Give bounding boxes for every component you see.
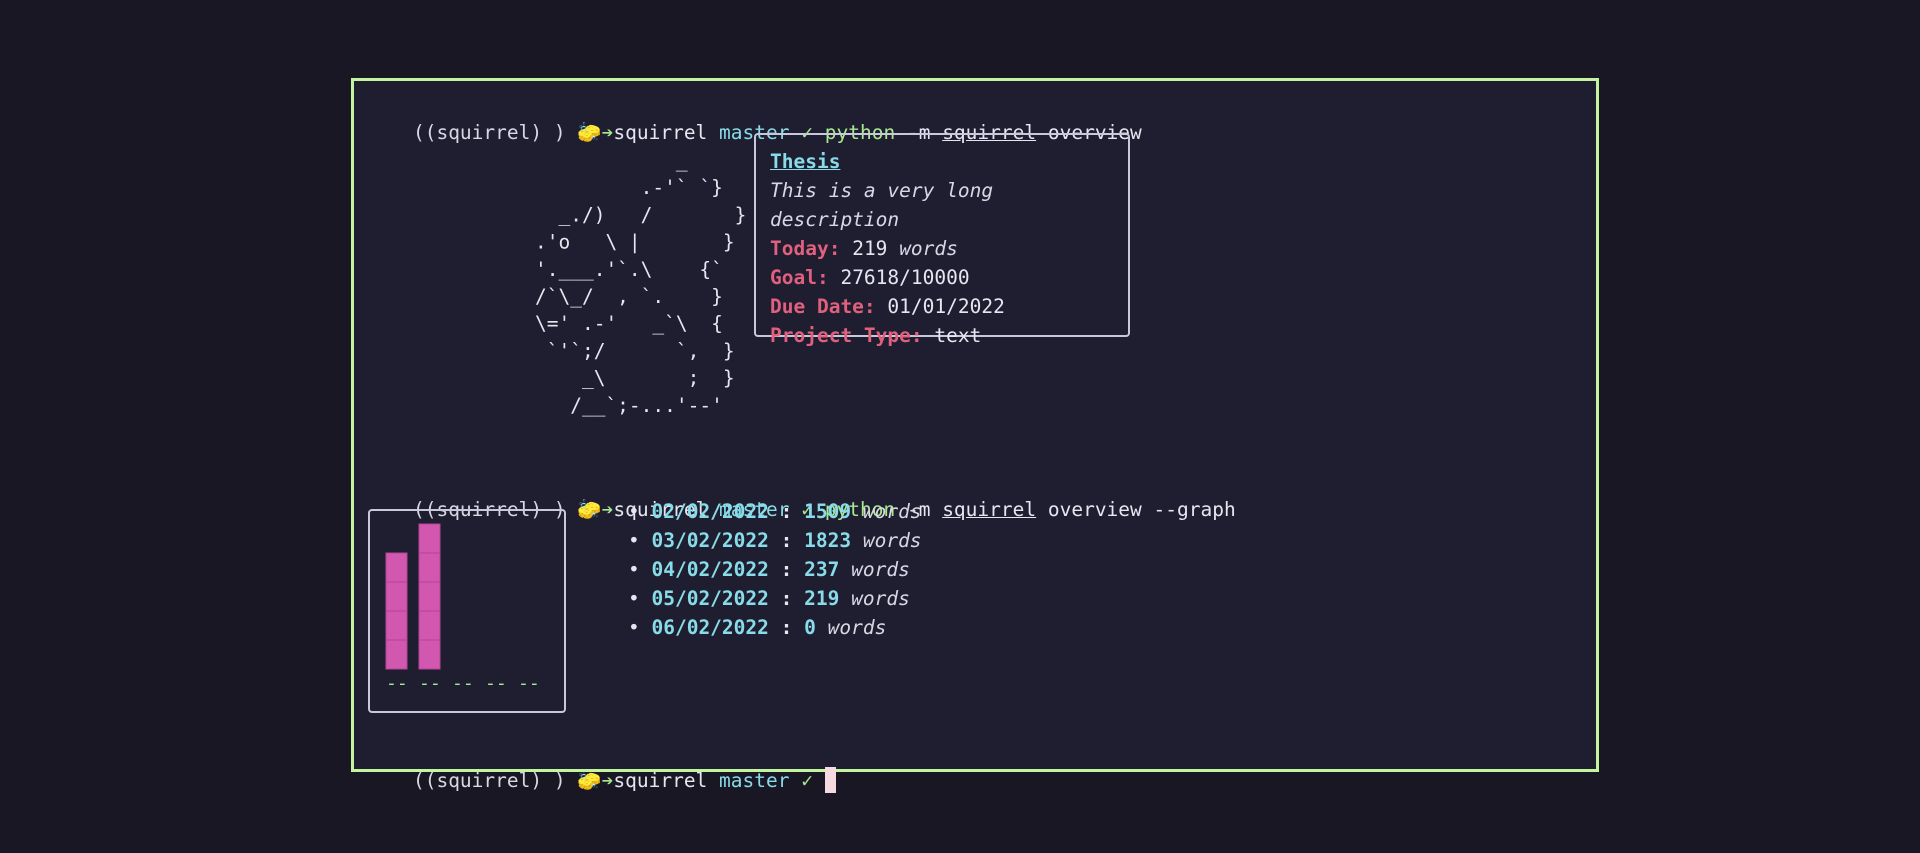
project-info-box: Thesis This is a very long description T… (754, 133, 1130, 347)
bar-baseline: -- (419, 673, 441, 694)
ascii-art-line: `'`;/ `, } (535, 339, 735, 362)
bar-segment (418, 581, 441, 612)
bar-segment (385, 639, 408, 670)
command-args: overview --graph (1047, 498, 1236, 521)
env-label: ((squirrel) ) (412, 769, 566, 792)
ascii-art-line: /`\_/ , `. } (535, 285, 723, 308)
check-icon: ✓ (801, 769, 813, 792)
ascii-art-line: _\ ; } (535, 367, 735, 390)
bar-segment (385, 552, 408, 583)
bar-segment (418, 552, 441, 583)
bar-segment (418, 523, 441, 554)
ascii-art-line: '.___.'`.\ {` (535, 258, 723, 281)
project-type-label: Project Type: (770, 324, 923, 347)
sponge-icon: 🧽 (577, 498, 602, 521)
history-count: 237 (804, 558, 840, 581)
history-unit: words (851, 558, 910, 581)
history-date: 02/02/2022 (651, 500, 769, 523)
bar-baseline: -- (452, 673, 474, 694)
history-count: 1509 (804, 500, 852, 523)
arrow-icon: ➔ (601, 498, 614, 521)
word-count-graph: -- -- -- -- -- (368, 509, 566, 713)
bar-segment (418, 610, 441, 641)
history-date: 04/02/2022 (651, 558, 769, 581)
graph-canvas: -- -- -- -- -- (385, 523, 540, 694)
history-count: 0 (804, 616, 816, 639)
history-unit: words (851, 587, 910, 610)
list-item: • 05/02/2022 : 219 words (628, 587, 910, 610)
ascii-art-line: /__`;-...'--' (535, 394, 723, 417)
ascii-art-line: .-'` `} (535, 176, 723, 199)
history-unit: words (862, 529, 922, 552)
project-description: This is a very long description (770, 179, 994, 231)
terminal-window[interactable]: ((squirrel) ) 🧽➔squirrel master ✓ python… (351, 78, 1599, 793)
bar-baseline: -- (386, 673, 408, 694)
directory-label: squirrel (613, 769, 708, 792)
bar-baseline: -- (485, 673, 507, 694)
list-item: • 04/02/2022 : 237 words (628, 558, 910, 581)
project-title: Thesis (770, 150, 841, 173)
today-unit: words (899, 237, 958, 260)
history-unit: words (827, 616, 887, 639)
ascii-art-line: \=' .-' _`\ { (535, 312, 723, 335)
project-type-value: text (934, 324, 982, 347)
history-date: 06/02/2022 (651, 616, 769, 639)
history-unit: words (862, 500, 922, 523)
text-cursor[interactable] (824, 767, 836, 793)
goal-value: 27618/10000 (840, 266, 970, 289)
history-date: 03/02/2022 (651, 529, 769, 552)
history-date: 05/02/2022 (651, 587, 769, 610)
list-item: • 03/02/2022 : 1823 words (628, 529, 922, 552)
today-label: Today: (770, 237, 841, 260)
goal-label: Goal: (770, 266, 829, 289)
git-branch: master (719, 769, 790, 792)
today-value: 219 (852, 237, 888, 260)
prompt-line-2: ((squirrel) ) 🧽➔squirrel master ✓ python… (366, 468, 1236, 521)
list-item: • 02/02/2022 : 1509 words (628, 500, 922, 523)
ascii-art-line: _./) / } (535, 203, 746, 226)
due-date-value: 01/01/2022 (887, 295, 1005, 318)
bar-segment (385, 581, 408, 612)
word-history-list: • 02/02/2022 : 1509 words • 03/02/2022 :… (628, 497, 922, 642)
list-item: • 06/02/2022 : 0 words (628, 616, 887, 639)
history-count: 219 (804, 587, 840, 610)
bar-segment (385, 610, 408, 641)
command-module: squirrel (942, 498, 1037, 521)
prompt-line-3[interactable]: ((squirrel) ) 🧽➔squirrel master ✓ (366, 739, 836, 793)
ascii-art-line: _ (535, 149, 688, 172)
sponge-icon: 🧽 (577, 769, 602, 792)
history-count: 1823 (804, 529, 852, 552)
ascii-art-line: .'o \ | } (535, 231, 735, 254)
due-date-label: Due Date: (770, 295, 876, 318)
arrow-icon: ➔ (601, 769, 614, 792)
bar-baseline: -- (518, 673, 540, 694)
bar-segment (418, 639, 441, 670)
